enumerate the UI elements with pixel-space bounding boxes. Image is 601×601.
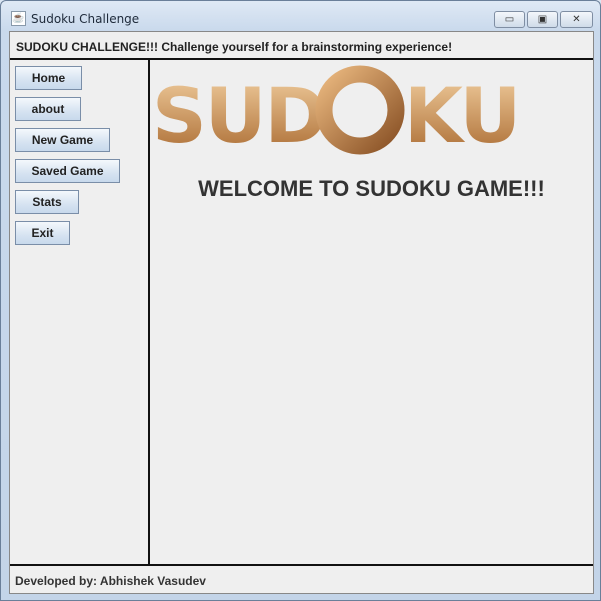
header-banner: SUDOKU CHALLENGE!!! Challenge yourself f… — [10, 32, 593, 60]
maximize-button[interactable]: ▣ — [527, 11, 558, 28]
main-panel: SUD KU WELCOME TO SUDOKU GAME!!! — [150, 60, 593, 566]
about-button[interactable]: about — [15, 97, 81, 121]
saved-game-button[interactable]: Saved Game — [15, 159, 120, 183]
minimize-button[interactable]: ▭ — [494, 11, 525, 28]
minimize-icon: ▭ — [504, 14, 515, 25]
welcome-heading: WELCOME TO SUDOKU GAME!!! — [198, 176, 545, 201]
home-button[interactable]: Home — [15, 66, 82, 90]
new-game-button[interactable]: New Game — [15, 128, 110, 152]
stats-button[interactable]: Stats — [15, 190, 79, 214]
sidebar: Home about New Game Saved Game Stats Exi… — [10, 60, 150, 566]
close-button[interactable]: ✕ — [560, 11, 593, 28]
svg-text:KU: KU — [404, 71, 519, 158]
svg-text:SUD: SUD — [152, 71, 326, 158]
maximize-icon: ▣ — [537, 14, 548, 25]
content-pane: SUDOKU CHALLENGE!!! Challenge yourself f… — [9, 31, 594, 594]
footer-credit: Developed by: Abhishek Vasudev — [10, 564, 593, 593]
close-icon: ✕ — [572, 14, 581, 25]
title-bar[interactable]: ☕ Sudoku Challenge ▭ ▣ ✕ — [1, 1, 601, 31]
window-title: Sudoku Challenge — [31, 12, 140, 26]
exit-button[interactable]: Exit — [15, 221, 70, 245]
java-app-icon: ☕ — [11, 11, 26, 26]
window-frame: ☕ Sudoku Challenge ▭ ▣ ✕ SUDOKU CHALLENG… — [0, 0, 601, 601]
sudoku-logo: SUD KU — [152, 65, 521, 158]
